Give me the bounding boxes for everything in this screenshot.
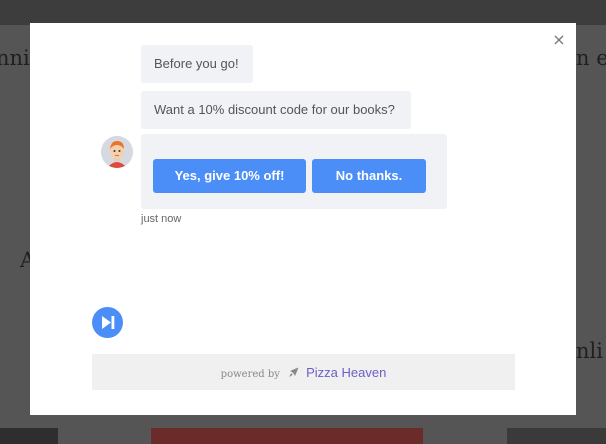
- brand-logo: Pizza Heaven: [306, 365, 387, 380]
- accept-discount-button[interactable]: Yes, give 10% off!: [153, 159, 306, 193]
- skip-forward-icon[interactable]: [92, 307, 123, 338]
- background-block: [507, 428, 606, 444]
- background-text: n e: [576, 46, 606, 70]
- background-header: [0, 0, 606, 25]
- chat-buttons-container: Yes, give 10% off! No thanks.: [141, 134, 447, 209]
- background-text: nni: [0, 46, 30, 70]
- powered-by-label: powered by: [220, 369, 280, 380]
- chat-message: Want a 10% discount code for our books?: [141, 91, 411, 129]
- bot-avatar-icon: [101, 136, 133, 168]
- exit-intent-modal: × Before you go! Want a 10% discount cod…: [30, 23, 576, 415]
- close-icon[interactable]: ×: [550, 31, 568, 49]
- decline-button[interactable]: No thanks.: [312, 159, 426, 193]
- background-image: [151, 428, 423, 444]
- background-text: nli: [576, 339, 603, 363]
- powered-by-footer[interactable]: powered by Pizza Heaven: [92, 354, 515, 390]
- chat-message: Before you go!: [141, 45, 253, 83]
- message-timestamp: just now: [141, 213, 182, 225]
- rocket-icon: [288, 355, 299, 377]
- background-block: [0, 428, 58, 444]
